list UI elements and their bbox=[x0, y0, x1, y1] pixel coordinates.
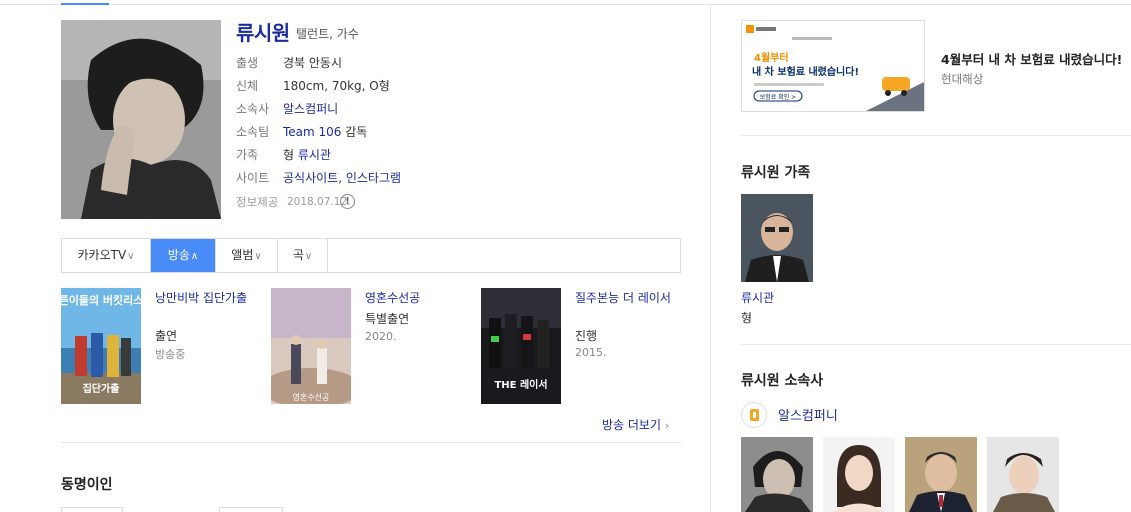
tab-label: 곡 bbox=[292, 248, 304, 262]
ad-source: 현대해상 bbox=[941, 72, 984, 86]
poster-title: 영혼수선공 bbox=[293, 392, 330, 402]
family-relation: 형 bbox=[283, 148, 298, 162]
tab-kakaotv[interactable]: 카카오TV∨ bbox=[62, 239, 151, 272]
tab-broadcast[interactable]: 방송∧ bbox=[151, 239, 216, 272]
content-tabs: 카카오TV∨ 방송∧ 앨범∨ 곡∨ bbox=[61, 238, 681, 273]
broadcast-poster[interactable]: 영혼수선공 bbox=[271, 288, 351, 404]
broadcast-title[interactable]: 낭만비박 집단가출 bbox=[155, 290, 251, 307]
poster-subtitle: 집단가출 bbox=[83, 382, 120, 395]
top-active-tab-indicator bbox=[61, 3, 109, 5]
ad-banner[interactable]: 4월부터 내 차 보험료 내렸습니다! 보험료 확인 > bbox=[741, 20, 925, 112]
family-member-name[interactable]: 류시관 bbox=[741, 289, 774, 306]
chevron-down-icon: ∨ bbox=[254, 251, 262, 262]
family-link[interactable]: 류시관 bbox=[298, 148, 331, 162]
ad-image-button: 보험료 확인 > bbox=[760, 93, 796, 101]
tab-song[interactable]: 곡∨ bbox=[278, 239, 328, 272]
family-photo[interactable] bbox=[741, 194, 813, 282]
agency-member-photo[interactable] bbox=[823, 437, 895, 512]
ad-image-line2: 내 차 보험료 내렸습니다! bbox=[752, 65, 859, 78]
poster-title: 어른이들의 버킷리스트 bbox=[61, 293, 141, 307]
tab-album[interactable]: 앨범∨ bbox=[216, 239, 278, 272]
chevron-down-icon: ∨ bbox=[304, 251, 313, 262]
ad-title[interactable]: 4월부터 내 차 보험료 내렸습니다! bbox=[941, 49, 1122, 68]
info-key: 소속사 bbox=[236, 102, 270, 116]
more-broadcasts-link[interactable]: 방송 더보기 › bbox=[602, 416, 669, 433]
info-key: 가족 bbox=[236, 148, 259, 162]
info-value: 경북 안동시 bbox=[283, 56, 343, 70]
source-key: 정보제공 bbox=[236, 195, 279, 209]
agency-name[interactable]: 알스컴퍼니 bbox=[778, 405, 838, 424]
broadcast-title[interactable]: 영혼수선공 bbox=[365, 290, 461, 307]
broadcast-role: 특별출연 bbox=[365, 312, 410, 326]
tab-label: 앨범 bbox=[231, 248, 254, 262]
info-key: 신체 bbox=[236, 79, 259, 93]
broadcast-poster[interactable]: THE 레이서 bbox=[481, 288, 561, 404]
broadcast-year: 2020. bbox=[365, 330, 397, 343]
info-key: 출생 bbox=[236, 56, 259, 70]
person-name: 류시원 bbox=[236, 21, 290, 45]
right-divider bbox=[741, 344, 1131, 345]
top-divider bbox=[0, 4, 1131, 5]
broadcast-title[interactable]: 질주본능 더 레이서 bbox=[575, 290, 671, 307]
agency-logo-icon[interactable] bbox=[741, 402, 767, 428]
profile-photo[interactable] bbox=[61, 20, 221, 219]
right-divider bbox=[741, 135, 1131, 136]
more-label: 방송 더보기 bbox=[602, 418, 662, 432]
chevron-up-icon: ∧ bbox=[190, 251, 199, 262]
agency-heading: 류시원 소속사 bbox=[741, 373, 824, 389]
broadcast-role: 진행 bbox=[575, 329, 598, 343]
agency-member-photo[interactable] bbox=[987, 437, 1059, 512]
info-icon[interactable]: ! bbox=[340, 194, 355, 209]
column-divider bbox=[710, 5, 711, 512]
family-heading: 류시원 가족 bbox=[741, 165, 811, 181]
broadcast-year: 2015. bbox=[575, 346, 607, 359]
chevron-down-icon: ∨ bbox=[127, 251, 135, 262]
namesake-heading: 동명이인 bbox=[61, 477, 113, 493]
poster-title: THE 레이서 bbox=[494, 378, 547, 391]
broadcast-role: 출연 bbox=[155, 329, 178, 343]
ad-image-line1: 4월부터 bbox=[754, 51, 789, 64]
agency-link[interactable]: 알스컴퍼니 bbox=[283, 102, 338, 116]
person-job: 탤런트, 가수 bbox=[296, 27, 359, 41]
family-member-relation: 형 bbox=[741, 311, 753, 325]
info-key: 소속팀 bbox=[236, 125, 270, 139]
tab-label: 카카오TV bbox=[77, 248, 127, 262]
info-value: 180cm, 70kg, O형 bbox=[283, 79, 390, 93]
chevron-right-icon: › bbox=[664, 419, 670, 432]
team-role: 감독 bbox=[341, 125, 368, 139]
section-divider bbox=[61, 442, 681, 443]
namesake-card[interactable] bbox=[61, 507, 123, 512]
info-key: 사이트 bbox=[236, 171, 270, 185]
agency-member-photo[interactable] bbox=[741, 437, 813, 512]
site-links[interactable]: 공식사이트, 인스타그램 bbox=[283, 171, 401, 185]
broadcast-poster[interactable]: 어른이들의 버킷리스트 집단가출 bbox=[61, 288, 141, 404]
team-link[interactable]: Team 106 bbox=[283, 125, 341, 139]
broadcast-status: 방송중 bbox=[155, 348, 186, 361]
namesake-card[interactable] bbox=[219, 507, 283, 512]
tab-label: 방송 bbox=[167, 248, 190, 262]
agency-member-photo[interactable] bbox=[905, 437, 977, 512]
